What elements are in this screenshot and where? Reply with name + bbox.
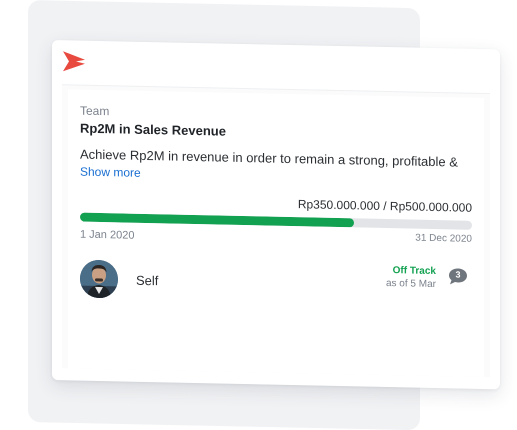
show-more-link[interactable]: Show more <box>80 165 141 180</box>
progress-bar-fill <box>80 212 355 228</box>
brand-logo-icon <box>62 50 86 73</box>
avatar[interactable] <box>80 259 118 299</box>
content-area: Team Rp2M in Sales Revenue Achieve Rp2M … <box>62 84 490 378</box>
date-row: 1 Jan 2020 31 Dec 2020 <box>80 226 472 252</box>
status-date: as of 5 Mar <box>385 277 436 291</box>
start-date: 1 Jan 2020 <box>80 228 135 242</box>
status-badge: Off Track <box>392 265 436 278</box>
app-window: Team Rp2M in Sales Revenue Achieve Rp2M … <box>52 40 500 390</box>
end-date: 31 Dec 2020 <box>415 232 472 245</box>
goal-card[interactable]: Team Rp2M in Sales Revenue Achieve Rp2M … <box>68 89 484 378</box>
comment-count: 3 <box>455 269 461 280</box>
status-block: Off Track as of 5 Mar <box>386 264 436 292</box>
stage: Team Rp2M in Sales Revenue Achieve Rp2M … <box>0 0 517 430</box>
owner-name: Self <box>136 272 159 289</box>
person-avatar-icon <box>80 259 118 299</box>
owner-row: Self Off Track as of 5 Mar 3 <box>80 259 472 308</box>
comment-button[interactable]: 3 <box>448 267 468 285</box>
progress-value: Rp350.000.000 / Rp500.000.000 <box>297 197 472 215</box>
